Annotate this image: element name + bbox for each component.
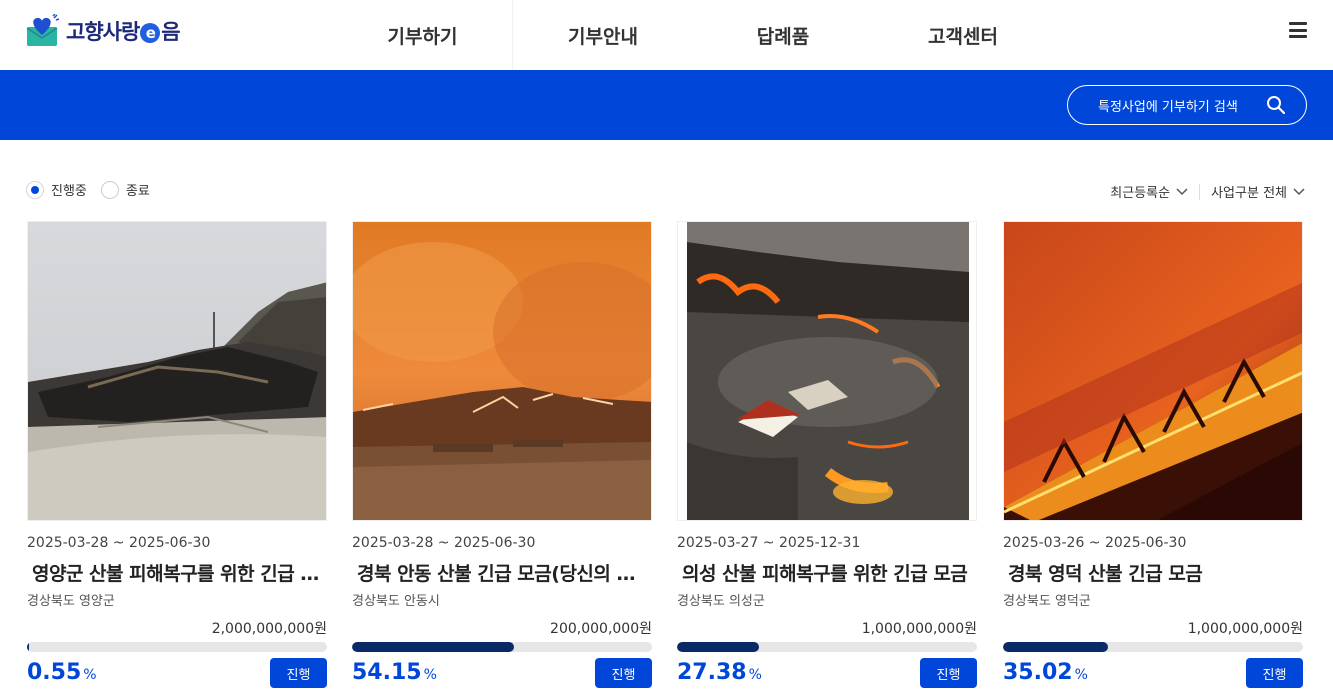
card-photo-wildfire-valley[interactable]: [352, 221, 652, 521]
nav-customer-center[interactable]: 고객센터: [873, 0, 1053, 70]
campaign-region: 경상북도 의성군: [677, 594, 765, 609]
sort-order-label: 최근등록순: [1110, 186, 1171, 201]
fundraising-card[interactable]: 2025-03-28 ~ 2025-06-30 영양군 산불 피해복구를 위한 …: [27, 221, 327, 698]
percent-value: 54.15: [352, 660, 422, 685]
logo-e-mark: e: [140, 23, 161, 43]
sort-order-select[interactable]: 최근등록순: [1110, 182, 1188, 201]
fundraising-card[interactable]: 2025-03-26 ~ 2025-06-30 경북 영덕 산불 긴급 모금 경…: [1003, 221, 1303, 698]
divider: [1199, 183, 1201, 200]
percent-value: 0.55: [27, 660, 82, 685]
progress-fill: [352, 642, 515, 652]
campaign-title[interactable]: 의성 산불 피해복구를 위한 긴급 모금: [682, 559, 977, 586]
fundraising-card[interactable]: 2025-03-27 ~ 2025-12-31 의성 산불 피해복구를 위한 긴…: [677, 221, 977, 698]
campaign-title[interactable]: 영양군 산불 피해복구를 위한 긴급 모금: [32, 559, 327, 586]
progress-percent: 0.55%: [27, 660, 97, 685]
progress-fill: [27, 642, 29, 652]
progress-percent: 54.15%: [352, 660, 437, 685]
main-nav: 기부하기 기부안내 답례품 고객센터: [333, 0, 1053, 70]
status-button[interactable]: 진행: [270, 658, 327, 688]
goal-amount: 1,000,000,000원: [861, 621, 977, 637]
percent-unit: %: [83, 667, 97, 683]
radio-in-progress[interactable]: 진행중: [26, 180, 87, 199]
chevron-down-icon: [1293, 187, 1305, 195]
campaign-region: 경상북도 안동시: [352, 594, 440, 609]
search-band: 특정사업에 기부하기 검색: [0, 70, 1333, 140]
progress-fill: [677, 642, 760, 652]
campaign-period: 2025-03-27 ~ 2025-12-31: [677, 535, 861, 551]
status-filter: 진행중 종료: [26, 180, 150, 199]
radio-checked-icon: [26, 180, 44, 199]
campaign-region: 경상북도 영덕군: [1003, 594, 1091, 609]
goal-amount: 1,000,000,000원: [1187, 621, 1303, 637]
radio-ended[interactable]: 종료: [100, 180, 150, 199]
search-icon: [1267, 96, 1286, 115]
percent-unit: %: [748, 667, 762, 683]
status-button[interactable]: 진행: [595, 658, 652, 688]
chevron-down-icon: [1176, 187, 1188, 195]
campaign-title[interactable]: 경북 안동 산불 긴급 모금(당신의 작은 손길): [357, 559, 652, 586]
specific-project-search-button[interactable]: 특정사업에 기부하기 검색: [1067, 85, 1307, 125]
percent-unit: %: [423, 667, 437, 683]
progress-percent: 35.02%: [1003, 660, 1088, 685]
radio-label: 진행중: [51, 184, 87, 199]
status-button[interactable]: 진행: [1246, 658, 1303, 688]
logo-text-main: 고향사랑: [66, 20, 140, 44]
progress-bar: [1003, 642, 1303, 652]
percent-value: 35.02: [1003, 660, 1073, 685]
search-button-label: 특정사업에 기부하기 검색: [1098, 99, 1238, 115]
nav-donation-guide[interactable]: 기부안내: [513, 0, 693, 70]
campaign-period: 2025-03-26 ~ 2025-06-30: [1003, 535, 1187, 551]
card-photo-forest-fire-line[interactable]: [1003, 221, 1303, 521]
hamburger-icon[interactable]: [1289, 22, 1307, 38]
fundraising-card[interactable]: 2025-03-28 ~ 2025-06-30 경북 안동 산불 긴급 모금(당…: [352, 221, 652, 698]
progress-percent: 27.38%: [677, 660, 762, 685]
percent-value: 27.38: [677, 660, 747, 685]
category-select[interactable]: 사업구분 전체: [1211, 182, 1305, 201]
sort-controls: 최근등록순 사업구분 전체: [1110, 182, 1305, 201]
progress-bar: [677, 642, 977, 652]
percent-unit: %: [1074, 667, 1088, 683]
site-header: 고향사랑 e 음 기부하기 기부안내 답례품 고객센터: [0, 0, 1333, 70]
status-button[interactable]: 진행: [920, 658, 977, 688]
goal-amount: 200,000,000원: [550, 621, 652, 637]
category-label: 사업구분 전체: [1211, 186, 1287, 201]
progress-bar: [352, 642, 652, 652]
radio-label: 종료: [125, 184, 150, 199]
card-photo-burning-hillside-house[interactable]: [677, 221, 977, 521]
logo-text: 고향사랑 e 음: [66, 16, 181, 46]
progress-bar: [27, 642, 327, 652]
campaign-region: 경상북도 영양군: [27, 594, 115, 609]
campaign-period: 2025-03-28 ~ 2025-06-30: [27, 535, 211, 551]
site-logo[interactable]: 고향사랑 e 음: [26, 13, 181, 48]
progress-fill: [1003, 642, 1109, 652]
nav-return-gifts[interactable]: 답례품: [693, 0, 873, 70]
campaign-title[interactable]: 경북 영덕 산불 긴급 모금: [1008, 559, 1303, 586]
campaign-period: 2025-03-28 ~ 2025-06-30: [352, 535, 536, 551]
radio-unchecked-icon: [100, 180, 119, 199]
nav-donate[interactable]: 기부하기: [333, 0, 513, 70]
heart-envelope-icon: [26, 13, 60, 48]
goal-amount: 2,000,000,000원: [211, 621, 327, 637]
card-photo-collapsed-building[interactable]: [27, 221, 327, 521]
logo-text-end: 음: [161, 20, 180, 44]
